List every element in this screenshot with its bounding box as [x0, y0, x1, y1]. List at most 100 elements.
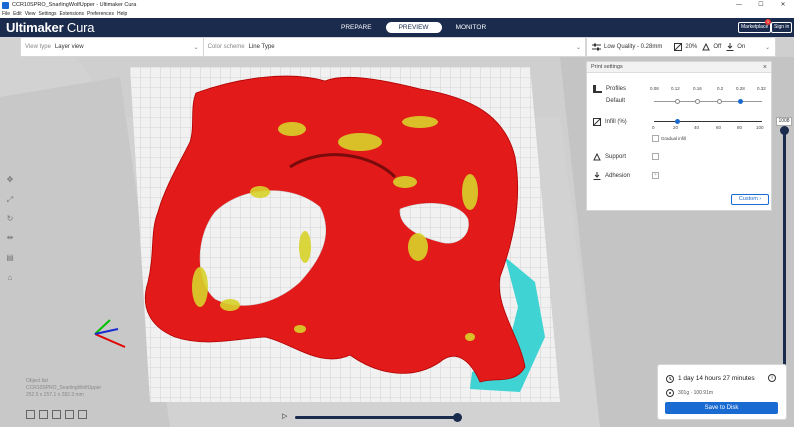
window-title: CCR10SPRO_SnarlingWolfUpper - Ultimaker …: [12, 2, 137, 8]
view-toolbar: View type Layer view ⌄ Color scheme Line…: [20, 37, 586, 57]
clock-icon: [666, 375, 674, 383]
support-label: Support: [605, 154, 627, 160]
adhesion-icon: [593, 172, 601, 180]
support-blocker-icon[interactable]: ⌂: [5, 273, 15, 283]
layer-height-selected-knob[interactable]: [738, 99, 743, 104]
view-type-select[interactable]: Layer view: [55, 44, 84, 50]
window-controls: — ☐ ✕: [728, 0, 794, 10]
rotate-icon[interactable]: ↻: [5, 214, 15, 224]
adhesion-icon: [726, 43, 734, 51]
save-to-disk-button[interactable]: Save to Disk: [665, 402, 778, 414]
custom-settings-button[interactable]: Custom ›: [731, 194, 769, 205]
infill-row: Infill (%): [593, 118, 627, 126]
layer-tick-028: 0.28: [736, 86, 745, 91]
layer-height-option[interactable]: [695, 99, 700, 104]
app-header: Ultimaker Cura PREPARE PREVIEW MONITOR M…: [0, 18, 794, 37]
default-profile-label: Default: [606, 98, 626, 104]
scale-icon[interactable]: ⤢: [5, 195, 15, 205]
support-summary-value: Off: [713, 44, 722, 50]
layer-number-input[interactable]: 1008: [776, 117, 792, 126]
front-view-icon[interactable]: [39, 410, 48, 419]
layer-tick-02: 0.2: [717, 86, 724, 91]
spool-icon: [666, 389, 674, 397]
layer-height-slider-track[interactable]: [654, 101, 762, 102]
support-icon: [593, 153, 601, 161]
divider: [202, 37, 204, 57]
per-model-settings-icon[interactable]: ▤: [5, 253, 15, 263]
menu-preferences[interactable]: Preferences: [87, 11, 114, 17]
close-icon[interactable]: ×: [763, 62, 767, 73]
tab-preview[interactable]: PREVIEW: [385, 22, 442, 33]
play-icon[interactable]: ▷: [282, 412, 287, 420]
tab-prepare[interactable]: PREPARE: [333, 22, 380, 33]
print-setup-chevron-down-icon[interactable]: ⌄: [765, 44, 770, 51]
infill-slider-knob[interactable]: [674, 119, 680, 124]
print-settings-title: Print settings: [591, 64, 623, 70]
sliders-icon: [592, 43, 601, 51]
print-settings-header: Print settings ×: [587, 62, 771, 73]
object-list-toggle[interactable]: Object list: [26, 378, 101, 385]
info-icon[interactable]: i: [768, 374, 776, 382]
adhesion-label: Adhesion: [605, 173, 631, 179]
move-icon[interactable]: ✥: [5, 175, 15, 185]
infill-tick-40: 40: [694, 125, 700, 130]
profiles-icon: [593, 85, 602, 93]
support-row: Support: [593, 153, 626, 161]
view-type-label: View type: [25, 44, 51, 50]
layer-height-option[interactable]: [675, 99, 680, 104]
adhesion-summary[interactable]: On: [726, 43, 745, 51]
left-view-icon[interactable]: [65, 410, 74, 419]
color-scheme-chevron-down-icon[interactable]: ⌄: [576, 44, 581, 51]
infill-tick-0: 0: [652, 125, 655, 130]
menu-help[interactable]: Help: [117, 11, 127, 17]
support-summary[interactable]: Off: [702, 43, 721, 51]
view-type-chevron-down-icon[interactable]: ⌄: [194, 44, 199, 51]
profiles-label: Profiles: [606, 86, 627, 92]
gradual-infill-checkbox[interactable]: [652, 135, 659, 142]
brand-logo: Ultimaker Cura: [6, 20, 94, 35]
gradual-infill-label: Gradual infill: [661, 136, 687, 141]
right-view-icon[interactable]: [78, 410, 87, 419]
quality-profile[interactable]: Low Quality - 0.28mm: [592, 43, 662, 51]
path-slider-handle[interactable]: [453, 413, 462, 422]
cura-app-icon: [2, 1, 9, 9]
left-toolbar: ✥ ⤢ ↻ ⇹ ▤ ⌂: [0, 170, 20, 290]
color-scheme-select[interactable]: Line Type: [249, 44, 275, 50]
maximize-button[interactable]: ☐: [750, 0, 772, 10]
menu-bar: File Edit View Settings Extensions Prefe…: [0, 10, 794, 18]
color-scheme-label: Color scheme: [207, 44, 245, 50]
menu-view[interactable]: View: [25, 11, 36, 17]
mirror-icon[interactable]: ⇹: [5, 233, 15, 243]
path-slider-track[interactable]: [295, 416, 457, 419]
infill-summary-value: 20%: [685, 44, 698, 50]
menu-edit[interactable]: Edit: [13, 11, 22, 17]
window-titlebar: CCR10SPRO_SnarlingWolfUpper - Ultimaker …: [0, 0, 794, 10]
print-time: 1 day 14 hours 27 minutes: [678, 375, 755, 382]
minimize-button[interactable]: —: [728, 0, 750, 10]
infill-summary[interactable]: 20%: [674, 43, 697, 51]
adhesion-row: Adhesion: [593, 172, 630, 180]
adhesion-summary-value: On: [737, 44, 746, 50]
adhesion-checkbox[interactable]: +: [652, 172, 659, 179]
infill-tick-20: 20: [673, 125, 679, 130]
profiles-row: Profiles: [593, 85, 626, 93]
top-view-icon[interactable]: [52, 410, 61, 419]
menu-file[interactable]: File: [2, 11, 10, 17]
support-checkbox[interactable]: [652, 153, 659, 160]
print-settings-panel: Print settings × Profiles Default 0.08 0…: [586, 61, 772, 211]
close-window-button[interactable]: ✕: [772, 0, 794, 10]
print-setup-summary[interactable]: Low Quality - 0.28mm 20% Off On ⌄: [586, 37, 776, 57]
menu-extensions[interactable]: Extensions: [60, 11, 84, 17]
view-orientation-buttons: [26, 410, 91, 419]
infill-slider-track[interactable]: [654, 121, 762, 122]
brand-main: Ultimaker: [6, 20, 64, 35]
layer-tick-032: 0.32: [757, 86, 766, 91]
layer-slider-top-handle[interactable]: [780, 126, 789, 135]
object-info: Object list CCR10SPRO_SnarlingWolfUpper …: [26, 378, 101, 399]
menu-settings[interactable]: Settings: [38, 11, 56, 17]
layer-height-option[interactable]: [717, 99, 722, 104]
signin-button[interactable]: Sign in: [771, 22, 793, 33]
3d-view-icon[interactable]: [26, 410, 35, 419]
infill-tick-80: 80: [737, 125, 743, 130]
tab-monitor[interactable]: MONITOR: [448, 22, 495, 33]
